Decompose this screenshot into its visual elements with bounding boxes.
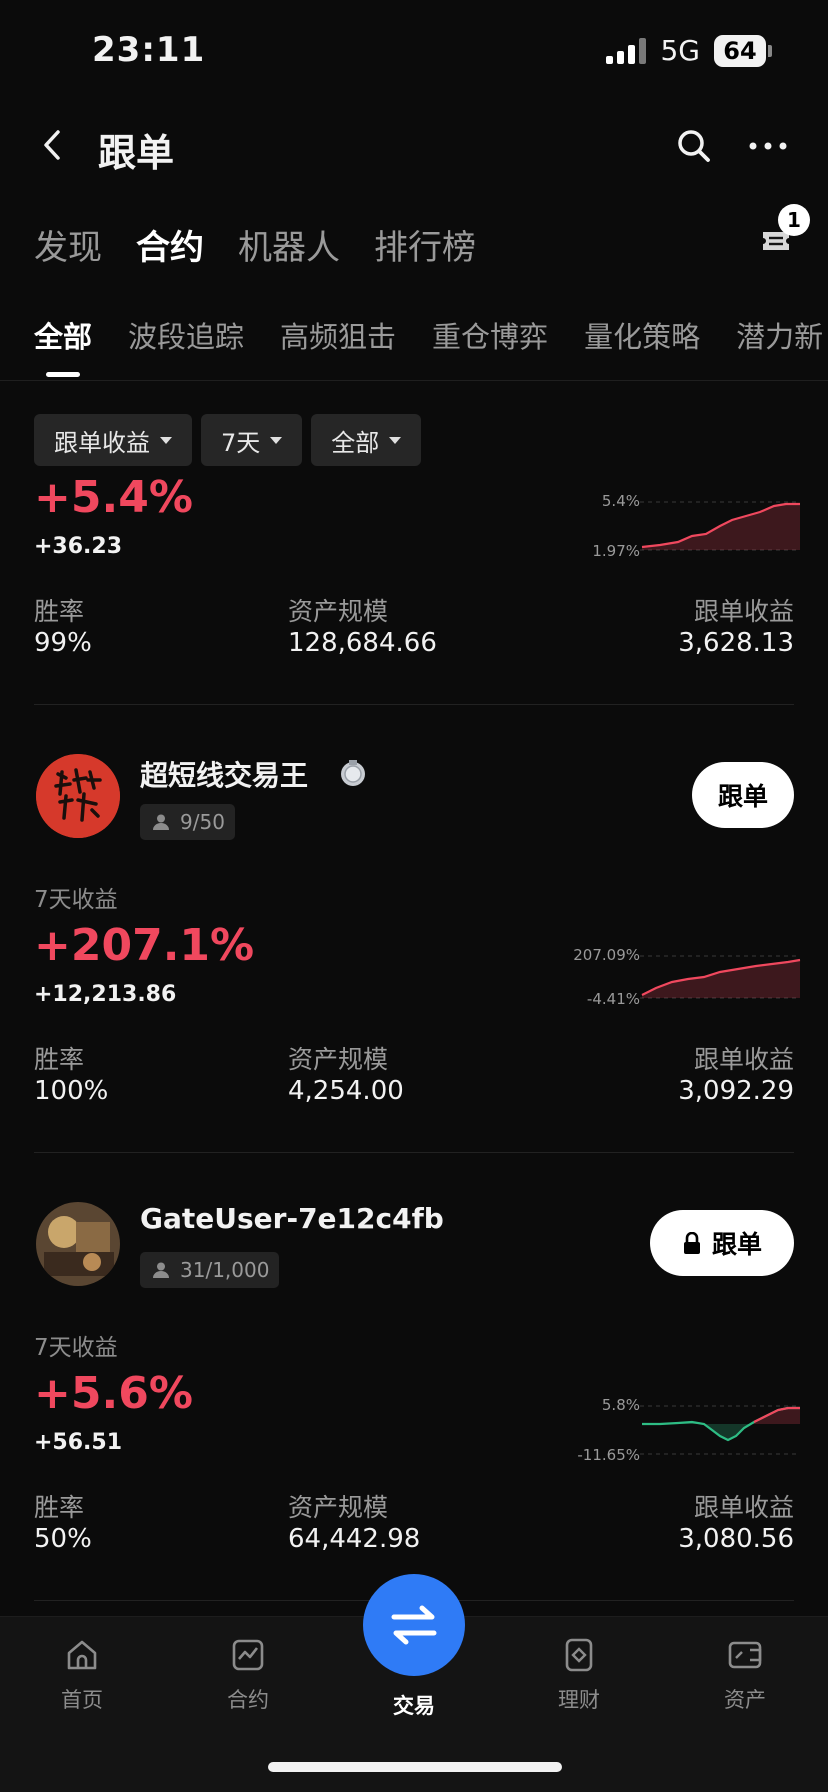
search-icon[interactable]: [676, 128, 712, 164]
trader-name[interactable]: 超短线交易王: [140, 754, 308, 794]
follower-count: 31/1,000: [140, 1252, 280, 1288]
tab-robot[interactable]: 机器人: [238, 220, 340, 269]
win-rate-value: 50%: [34, 1524, 92, 1554]
category-heavy[interactable]: 重仓博弈: [432, 314, 548, 356]
category-quant[interactable]: 量化策略: [584, 314, 700, 356]
divider: [0, 380, 828, 381]
category-hft[interactable]: 高频狙击: [280, 314, 396, 356]
copy-profit-label: 跟单收益: [693, 597, 794, 626]
nav-finance[interactable]: 理财: [529, 1636, 629, 1714]
filter-label: 跟单收益: [54, 428, 150, 457]
copy-profit-value: 3,092.29: [678, 1076, 794, 1106]
trader-name[interactable]: GateUser-7e12c4fb: [140, 1202, 444, 1235]
nav-assets[interactable]: 资产: [695, 1636, 795, 1714]
avatar[interactable]: [36, 754, 120, 838]
home-icon: [67, 1640, 97, 1670]
category-tabs: 全部 波段追踪 高频狙击 重仓博弈 量化策略 潜力新: [34, 314, 823, 356]
network-type: 5G: [660, 34, 700, 67]
copy-profit-label: 跟单收益: [693, 1045, 794, 1074]
copy-profit-label: 跟单收益: [693, 1493, 794, 1522]
status-time: 23:11: [92, 30, 206, 70]
nav-label: 理财: [558, 1688, 600, 1712]
filter-period[interactable]: 7天: [201, 414, 303, 466]
nav-label: 资产: [724, 1688, 766, 1712]
win-rate-label: 胜率: [34, 597, 85, 626]
sparkline-chart: [640, 955, 801, 999]
follow-button-label: 跟单: [711, 1230, 762, 1259]
return-percent: +5.4%: [34, 472, 193, 523]
aum-label: 资产规模: [288, 1045, 389, 1074]
nav-label: 交易: [393, 1694, 435, 1718]
aum-value: 128,684.66: [288, 628, 437, 658]
home-indicator: [268, 1762, 562, 1772]
active-tab-indicator: [46, 372, 80, 377]
copy-profit-value: 3,628.13: [678, 628, 794, 658]
return-percent: +207.1%: [34, 920, 255, 971]
lock-icon: [683, 1232, 700, 1254]
avatar[interactable]: [36, 1202, 120, 1286]
filter-sort[interactable]: 跟单收益: [34, 414, 192, 466]
period-label: 7天收益: [34, 887, 118, 913]
user-icon: [153, 814, 169, 830]
finance-icon: [565, 1638, 593, 1672]
user-icon: [153, 1262, 169, 1278]
return-percent: +5.6%: [34, 1368, 193, 1419]
caret-down-icon: [270, 436, 283, 444]
category-all[interactable]: 全部: [34, 314, 92, 356]
nav-home[interactable]: 首页: [32, 1636, 132, 1714]
follower-count-text: 31/1,000: [180, 1258, 270, 1282]
pnl-value: +56.51: [34, 1430, 123, 1455]
nav-label: 合约: [227, 1688, 269, 1712]
sparkline-chart: [640, 501, 800, 551]
copy-profit-value: 3,080.56: [678, 1524, 794, 1554]
trade-button[interactable]: [363, 1574, 465, 1676]
win-rate-value: 100%: [34, 1076, 109, 1106]
nav-trade[interactable]: 交易: [364, 1690, 464, 1720]
swap-icon: [391, 1605, 437, 1645]
aum-value: 4,254.00: [288, 1076, 404, 1106]
top-tabs: 发现 合约 机器人 排行榜: [34, 220, 476, 269]
signal-icon: [606, 37, 647, 64]
win-rate-label: 胜率: [34, 1045, 85, 1074]
battery-level: 64: [714, 34, 766, 67]
caret-down-icon: [389, 436, 402, 444]
more-icon[interactable]: [748, 138, 788, 154]
caret-down-icon: [160, 436, 172, 444]
page-title: 跟单: [98, 131, 175, 175]
notification-badge: 1: [778, 204, 810, 236]
filter-type[interactable]: 全部: [311, 414, 422, 466]
divider: [34, 704, 794, 705]
win-rate-label: 胜率: [34, 1493, 85, 1522]
period-label: 7天收益: [34, 1335, 118, 1361]
status-indicators: 5G 64: [606, 34, 772, 67]
category-potential[interactable]: 潜力新: [736, 314, 823, 356]
filter-label: 7天: [221, 428, 261, 457]
tab-discover[interactable]: 发现: [34, 220, 102, 269]
follow-button[interactable]: 跟单: [692, 762, 794, 828]
aum-label: 资产规模: [288, 597, 389, 626]
chart-icon: [232, 1639, 264, 1671]
nav-label: 首页: [61, 1688, 103, 1712]
sparkline-chart: [640, 1405, 800, 1455]
follow-button[interactable]: 跟单: [650, 1210, 794, 1276]
nav-contract[interactable]: 合约: [198, 1636, 298, 1714]
aum-value: 64,442.98: [288, 1524, 421, 1554]
aum-label: 资产规模: [288, 1493, 389, 1522]
pnl-value: +36.23: [34, 534, 123, 559]
back-icon[interactable]: [38, 128, 68, 162]
divider: [34, 1152, 794, 1153]
follower-count: 9/50: [140, 804, 235, 840]
pnl-value: +12,213.86: [34, 982, 177, 1007]
category-swing[interactable]: 波段追踪: [128, 314, 244, 356]
battery-icon: 64: [714, 34, 772, 67]
win-rate-value: 99%: [34, 628, 92, 658]
follower-count-text: 9/50: [180, 810, 225, 834]
tab-contract[interactable]: 合约: [136, 220, 204, 269]
tab-ranking[interactable]: 排行榜: [374, 220, 476, 269]
filter-bar: 跟单收益 7天 全部: [34, 414, 422, 466]
follow-button-label: 跟单: [717, 782, 768, 811]
medal-icon: [341, 760, 365, 786]
wallet-icon: [728, 1641, 762, 1669]
filter-label: 全部: [331, 428, 380, 457]
